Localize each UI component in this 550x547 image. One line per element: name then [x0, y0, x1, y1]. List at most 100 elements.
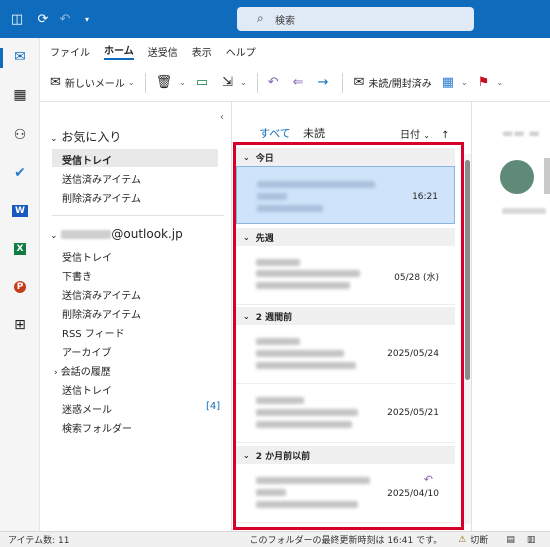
scrollbar-thumb[interactable]: [465, 160, 470, 380]
title-bar: ◫ ⟳ ↶ ▾ ⌕ 検索: [0, 0, 550, 38]
app-nav-rail: ✉ ▦ ⚇ ✔ W X P ⊞: [0, 38, 40, 531]
trash-icon: 🗑: [155, 75, 173, 90]
chevron-down-icon[interactable]: ⌄: [496, 78, 503, 87]
menu-file[interactable]: ファイル: [50, 44, 90, 59]
favorites-header[interactable]: ⌄ お気に入り: [50, 128, 121, 145]
folder-junk[interactable]: 迷惑メール: [62, 401, 112, 416]
read-unread-label: 未読/開封済み: [368, 79, 432, 90]
archive-icon: ▭: [195, 75, 209, 90]
archive-button[interactable]: ▭: [196, 75, 212, 90]
favorites-inbox[interactable]: 受信トレイ: [62, 152, 112, 167]
categorize-button[interactable]: ▦ ⌄: [442, 75, 468, 90]
ribbon-separator: [144, 72, 146, 93]
forward-icon: →: [317, 75, 329, 90]
search-box[interactable]: ⌕ 検索: [237, 7, 474, 31]
sort-by-date[interactable]: 日付 ⌄ ↑: [400, 126, 449, 141]
sender-redacted: [544, 158, 550, 194]
chevron-down-icon[interactable]: ⌄: [179, 78, 186, 87]
account-domain: @outlook.jp: [111, 227, 183, 241]
people-icon[interactable]: ⚇: [8, 124, 32, 146]
ribbon-toolbar: ✉ 新しいメール ⌄ 🗑 ⌄ ▭ ⇲ ⌄ ↶ ⇐ → ✉ 未読/開封済み ▦ ⌄…: [40, 64, 550, 102]
chevron-down-icon[interactable]: ⌄: [128, 78, 135, 87]
menu-send-receive[interactable]: 送受信: [148, 44, 178, 59]
calendar-icon[interactable]: ▦: [8, 84, 32, 106]
quick-access-dropdown-icon[interactable]: ▾: [76, 15, 98, 24]
conversation-history-label: 会話の履歴: [60, 367, 111, 378]
reading-view-icon[interactable]: ▥: [527, 535, 536, 545]
ribbon-separator: [256, 72, 258, 93]
folder-outbox[interactable]: 送信トレイ: [62, 382, 112, 397]
reply-icon: ↶: [267, 75, 279, 90]
search-placeholder: 検索: [275, 15, 295, 27]
favorites-label: お気に入り: [61, 130, 122, 144]
sender-avatar: [500, 160, 534, 194]
categorize-icon: ▦: [441, 75, 455, 90]
todo-icon[interactable]: ✔: [8, 162, 32, 184]
message-list-header: すべて 未読 日付 ⌄ ↑: [233, 102, 464, 146]
sort-label: 日付: [400, 130, 420, 141]
chevron-down-icon: ⌄: [50, 231, 58, 241]
last-update-text: このフォルダーの最終更新時刻は 16:41 です。: [249, 536, 443, 546]
flag-icon: ⚑: [477, 75, 490, 90]
item-count: アイテム数: 11: [8, 536, 70, 546]
reply-all-icon: ⇐: [292, 75, 304, 90]
read-unread-button[interactable]: ✉ 未読/開封済み: [353, 75, 431, 90]
recipient-redacted: [502, 208, 546, 214]
mail-icon[interactable]: ✉: [8, 46, 32, 68]
new-mail-button[interactable]: ✉ 新しいメール ⌄: [50, 75, 135, 90]
message-list-scrollbar[interactable]: [464, 154, 471, 524]
subject-redacted: ▬▬ ▬: [502, 126, 540, 140]
folder-sent[interactable]: 送信済みアイテム: [62, 287, 141, 302]
word-icon[interactable]: W: [8, 200, 32, 222]
chevron-down-icon: ⌄: [50, 134, 58, 144]
excel-icon[interactable]: X: [8, 238, 32, 260]
rail-active-indicator: [0, 48, 3, 68]
forward-button[interactable]: →: [318, 75, 333, 90]
sort-direction-icon[interactable]: ↑: [441, 130, 449, 141]
flag-button[interactable]: ⚑ ⌄: [478, 75, 503, 90]
chevron-down-icon: ⌄: [423, 131, 430, 140]
account-header[interactable]: ⌄ @outlook.jp: [50, 227, 183, 241]
powerpoint-icon[interactable]: P: [8, 276, 32, 298]
outlook-app-icon: ◫: [10, 11, 24, 27]
sync-icon[interactable]: ⟳: [32, 12, 54, 27]
reply-all-button[interactable]: ⇐: [293, 75, 308, 90]
folder-rss[interactable]: RSS フィード: [62, 325, 125, 340]
collapse-pane-icon[interactable]: ‹: [220, 112, 224, 123]
highlight-frame: [233, 142, 464, 530]
folder-search[interactable]: 検索フォルダー: [62, 420, 132, 435]
chevron-down-icon[interactable]: ⌄: [240, 78, 247, 87]
account-name-redacted: [61, 230, 112, 239]
chevron-down-icon[interactable]: ⌄: [461, 78, 468, 87]
folder-conversation-history[interactable]: › 会話の履歴: [54, 363, 111, 378]
menu-help[interactable]: ヘルプ: [226, 44, 256, 59]
search-icon: ⌕: [257, 11, 264, 25]
favorites-deleted[interactable]: 削除済みアイテム: [62, 190, 141, 205]
envelope-open-icon: ✉: [353, 75, 365, 90]
folder-inbox[interactable]: 受信トレイ: [62, 249, 112, 264]
folder-deleted[interactable]: 削除済みアイテム: [62, 306, 141, 321]
move-button[interactable]: ⇲ ⌄: [222, 75, 247, 90]
normal-view-icon[interactable]: ▤: [506, 535, 515, 545]
favorites-sent[interactable]: 送信済みアイテム: [62, 171, 141, 186]
folder-divider: [52, 215, 224, 216]
menu-bar: ファイル ホーム 送受信 表示 ヘルプ: [40, 38, 550, 64]
delete-button[interactable]: 🗑 ⌄: [156, 75, 186, 90]
reading-pane: ▬▬ ▬: [471, 102, 550, 531]
menu-view[interactable]: 表示: [192, 44, 212, 59]
apps-icon[interactable]: ⊞: [8, 314, 32, 336]
ribbon-separator: [342, 72, 344, 93]
menu-home[interactable]: ホーム: [104, 42, 134, 60]
tab-unread[interactable]: 未読: [303, 125, 325, 141]
new-mail-label: 新しいメール: [64, 79, 125, 90]
warning-icon: ⚠: [458, 534, 467, 545]
reply-button[interactable]: ↶: [268, 75, 283, 90]
tab-all[interactable]: すべて: [259, 125, 291, 145]
folder-archive[interactable]: アーカイブ: [62, 344, 111, 359]
chevron-right-icon[interactable]: ›: [54, 368, 58, 378]
move-icon: ⇲: [222, 75, 234, 90]
offline-status: 切断: [470, 536, 489, 546]
folder-drafts[interactable]: 下書き: [62, 268, 92, 283]
status-bar: アイテム数: 11 このフォルダーの最終更新時刻は 16:41 です。 ⚠ 切断…: [0, 531, 550, 547]
undo-icon[interactable]: ↶: [54, 12, 76, 27]
